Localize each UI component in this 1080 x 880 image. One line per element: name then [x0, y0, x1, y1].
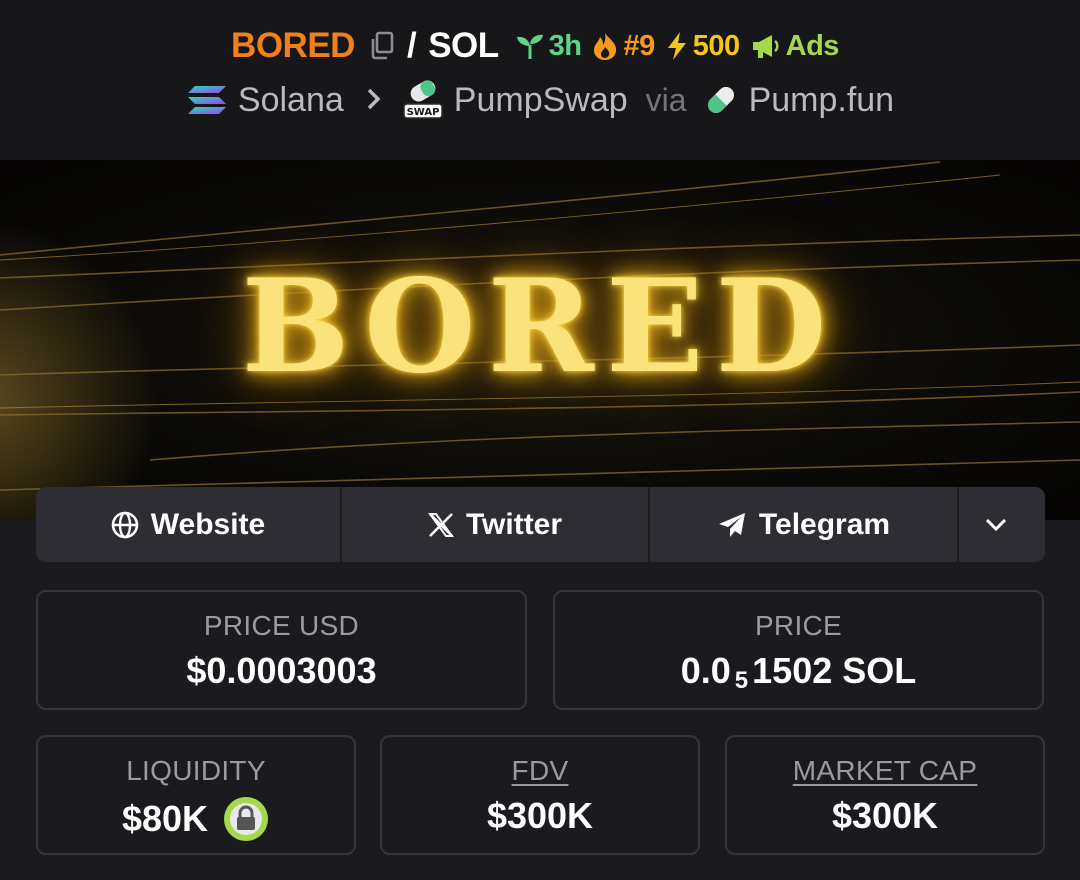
price-suffix: 1502 SOL [752, 650, 917, 691]
more-links-button[interactable] [959, 487, 1045, 562]
chain-name[interactable]: Solana [238, 81, 344, 120]
liquidity-card: LIQUIDITY $80K [36, 735, 356, 855]
dex-name[interactable]: PumpSwap [454, 81, 628, 120]
price-native-value: 0.0 5 1502 SOL [555, 650, 1042, 694]
boost-text: 500 [692, 29, 740, 62]
fdv-value: $300K [486, 795, 594, 836]
telegram-button[interactable]: Telegram [650, 487, 959, 562]
price-usd-value: $0.0003003 [186, 650, 377, 691]
chevron-right-icon [366, 81, 382, 120]
pair-title-row: BORED / SOL 3h #9 500 Ads [0, 26, 1080, 66]
via-label: via [645, 81, 687, 118]
copy-icon[interactable] [369, 31, 395, 61]
price-prefix: 0.0 [680, 650, 731, 691]
seedling-icon [516, 34, 543, 59]
lock-icon[interactable] [222, 795, 270, 843]
pair-source-row: Solana SWAP PumpSwap via Pump.fun [0, 80, 1080, 120]
pair-header: BORED / SOL 3h #9 500 Ads Solana SWAP Pu… [0, 0, 1080, 160]
liquidity-label: LIQUIDITY [126, 755, 266, 786]
market-cap-card: MARKET CAP $300K [725, 735, 1045, 855]
price-usd-card: PRICE USD $0.0003003 [36, 590, 527, 710]
solana-icon [186, 83, 228, 117]
fdv-label[interactable]: FDV [382, 755, 698, 787]
telegram-label: Telegram [758, 507, 891, 541]
market-cap-label[interactable]: MARKET CAP [727, 755, 1043, 787]
pumpswap-icon: SWAP [402, 80, 444, 120]
price-zero-count: 5 [734, 667, 749, 694]
social-links-bar: Website Twitter Telegram [36, 487, 1045, 562]
globe-icon [111, 511, 139, 538]
price-usd-label: PRICE USD [203, 610, 360, 641]
token-banner: BORED [0, 160, 1080, 520]
twitter-button[interactable]: Twitter [342, 487, 650, 562]
pair-slash: / [406, 26, 417, 65]
lightning-icon [667, 32, 686, 60]
token-symbol: BORED [231, 26, 355, 65]
x-icon [427, 512, 454, 537]
market-cap-value: $300K [831, 795, 939, 836]
trending-rank-badge[interactable]: #9 [591, 29, 655, 63]
boost-badge[interactable]: 500 [665, 30, 740, 63]
ads-text: Ads [785, 29, 840, 62]
website-button[interactable]: Website [36, 487, 342, 562]
banner-title: BORED [241, 252, 839, 402]
chevron-down-icon [985, 518, 1007, 531]
price-native-label: PRICE [754, 610, 843, 641]
age-badge: 3h [515, 30, 582, 63]
ads-badge[interactable]: Ads [750, 30, 839, 63]
twitter-label: Twitter [465, 507, 563, 541]
liquidity-value-row: $80K [38, 795, 354, 843]
rank-text: #9 [623, 29, 655, 62]
age-text: 3h [548, 29, 582, 62]
flame-icon [594, 33, 617, 60]
pumpfun-pill-icon [703, 82, 739, 118]
price-native-card: PRICE 0.0 5 1502 SOL [553, 590, 1044, 710]
telegram-icon [718, 512, 745, 537]
liquidity-value: $80K [121, 798, 209, 839]
launchpad-name[interactable]: Pump.fun [749, 81, 895, 120]
fdv-card: FDV $300K [380, 735, 700, 855]
swap-icon-text: SWAP [406, 107, 439, 118]
megaphone-icon [752, 35, 779, 58]
website-label: Website [150, 507, 266, 541]
quote-symbol: SOL [428, 26, 499, 65]
